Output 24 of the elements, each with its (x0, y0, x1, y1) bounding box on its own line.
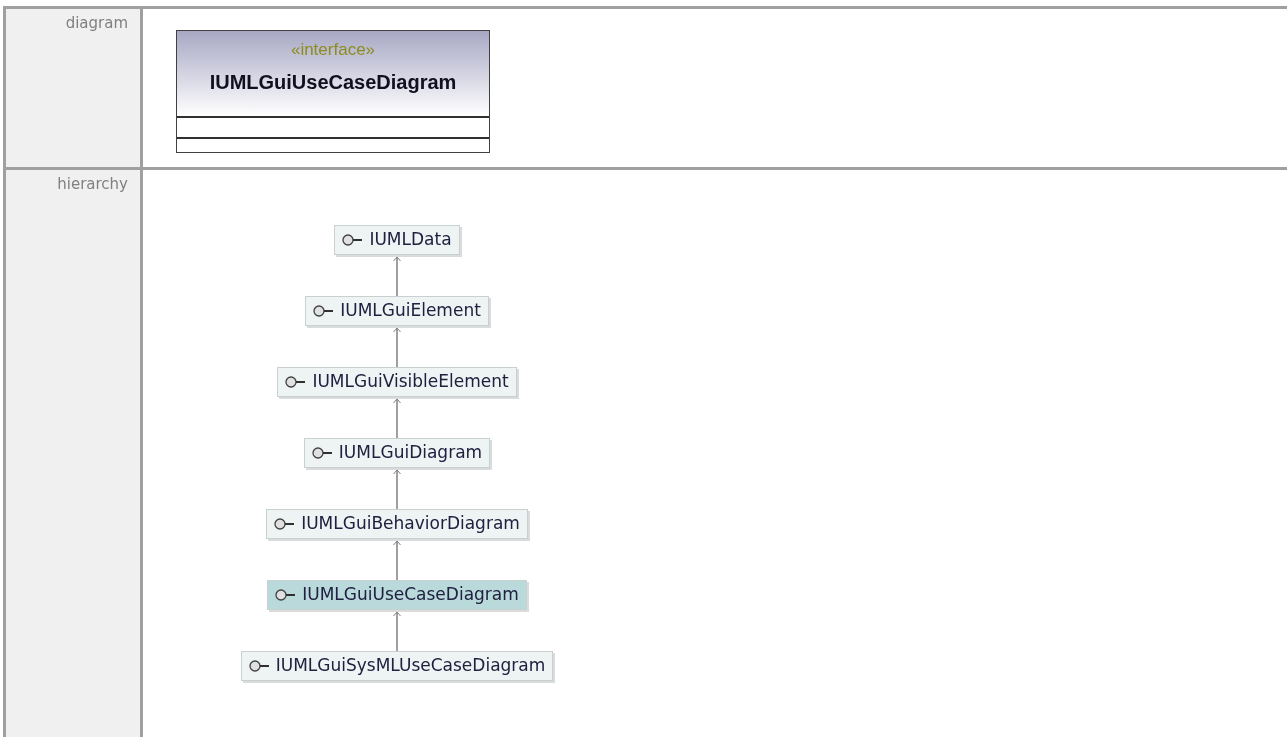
interface-node[interactable]: IUMLData (334, 225, 460, 255)
interface-node[interactable]: IUMLGuiUseCaseDiagram (267, 580, 527, 610)
stereotype-label: «interface» (290, 39, 376, 61)
generalization-arrow (392, 255, 402, 296)
interface-name: IUMLGuiDiagram (338, 441, 483, 465)
generalization-arrow (392, 397, 402, 438)
interface-node[interactable]: IUMLGuiSysMLUseCaseDiagram (240, 651, 554, 681)
interface-name: IUMLGuiElement (340, 299, 481, 323)
generalization-arrow (392, 326, 402, 367)
row-label: diagram (65, 13, 128, 34)
row-label: hierarchy (57, 174, 128, 195)
interface-node[interactable]: IUMLGuiDiagram (303, 438, 491, 468)
interface-node[interactable]: IUMLGuiVisibleElement (277, 367, 517, 397)
interface-node[interactable]: IUMLGuiBehaviorDiagram (266, 509, 528, 539)
interface-name: IUMLGuiUseCaseDiagram (302, 583, 519, 607)
interface-name: IUMLGuiSysMLUseCaseDiagram (275, 654, 546, 678)
interface-name: IUMLGuiBehaviorDiagram (301, 512, 520, 536)
interface-name: IUMLData (369, 228, 452, 252)
interface-name: IUMLGuiVisibleElement (312, 370, 509, 394)
generalization-arrow (392, 610, 402, 651)
interface-node[interactable]: IUMLGuiElement (305, 296, 489, 326)
generalization-arrow (392, 539, 402, 580)
class-name: IUMLGuiUseCaseDiagram (209, 69, 457, 95)
generalization-arrow (392, 468, 402, 509)
